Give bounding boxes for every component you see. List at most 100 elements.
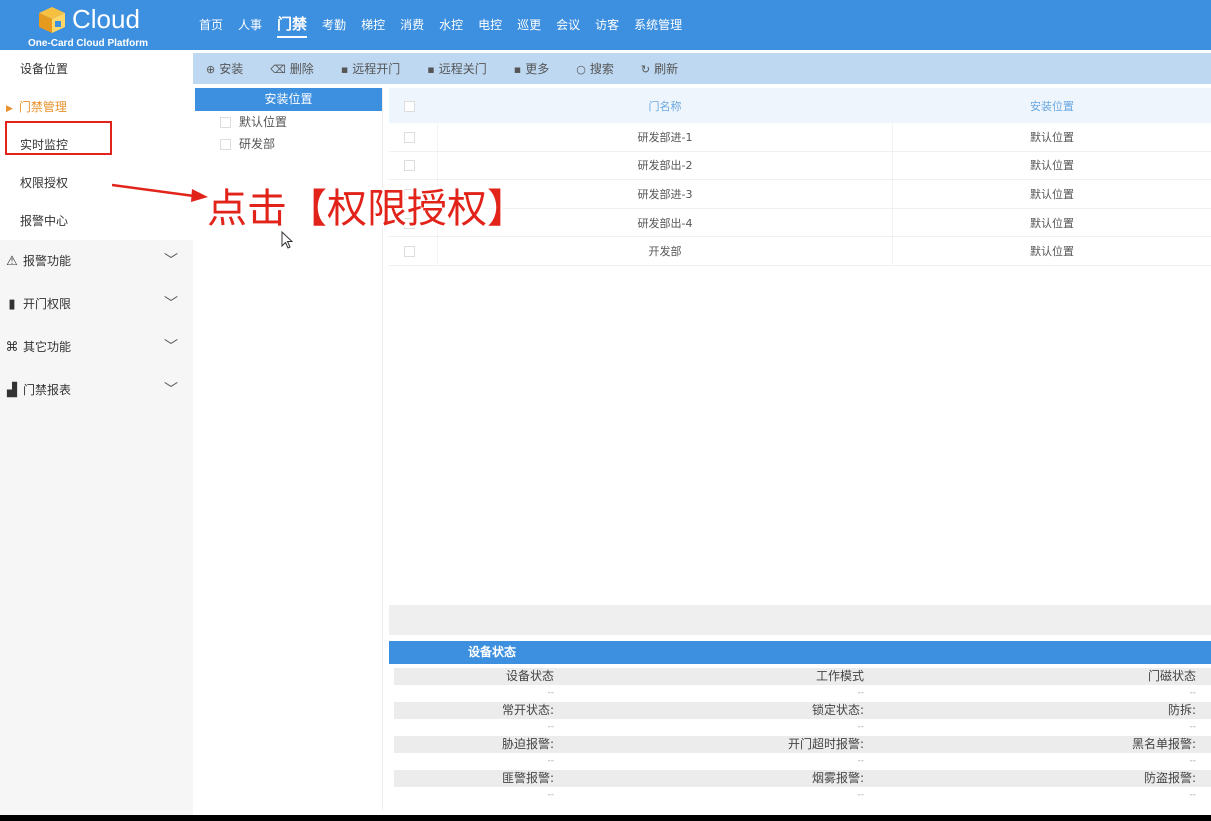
nav-item[interactable]: 系统管理 bbox=[634, 16, 682, 35]
status-label: 开门超时报警: bbox=[787, 737, 864, 751]
row-checkbox[interactable] bbox=[403, 131, 415, 143]
status-value: -- bbox=[1189, 688, 1197, 698]
sidebar-group-label: 开门权限 bbox=[23, 297, 72, 311]
toolbar-button[interactable]: ○ 搜索 bbox=[576, 60, 614, 77]
sidebar-item-label: 门禁管理 bbox=[18, 100, 67, 114]
toolbar-button[interactable]: ⊕ 安装 bbox=[206, 60, 243, 77]
status-value: -- bbox=[857, 790, 865, 800]
row-checkbox[interactable] bbox=[403, 246, 415, 258]
toolbar-button[interactable]: ▪ 远程开门 bbox=[341, 60, 400, 77]
top-bar: Cloud One-Card Cloud Platform 首页 人事 门禁 考勤 梯控… bbox=[0, 0, 1211, 50]
table-row[interactable]: 研发部进-1 默认位置 bbox=[389, 123, 1211, 152]
nav-item[interactable]: 水控 bbox=[439, 16, 463, 35]
nav-item[interactable]: 电控 bbox=[478, 16, 502, 35]
status-value: -- bbox=[547, 722, 555, 732]
toolbar-button-label: 安装 bbox=[219, 62, 244, 76]
pagination-bar bbox=[389, 605, 1211, 635]
door-location-cell: 默认位置 bbox=[1030, 130, 1074, 144]
table-header: 门名称 安装位置 bbox=[389, 88, 1211, 123]
device-status-grid: 设备状态 工作模式 门磁状态 -- -- -- 常开状态: 锁定状态: 防拆: -- -- -- 胁迫报… bbox=[394, 668, 1211, 804]
annotation-text: 点击【权限授权】 bbox=[207, 186, 527, 232]
annotation-arrow-icon bbox=[112, 183, 208, 202]
logo-subtitle: One-Card Cloud Platform bbox=[28, 38, 149, 49]
toolbar-button-label: 搜索 bbox=[589, 62, 614, 76]
trash-icon: ⌫ bbox=[270, 63, 286, 76]
status-value: -- bbox=[1189, 756, 1197, 766]
status-label: 黑名单报警: bbox=[1131, 737, 1196, 751]
location-list: 默认位置研发部 bbox=[195, 111, 382, 155]
top-nav: 首页 人事 门禁 考勤 梯控 消费 水控 电控 巡更 会议 访客 系统管理 bbox=[199, 0, 697, 50]
toolbar-button[interactable]: ↻ 刷新 bbox=[641, 60, 678, 77]
status-value-row: -- -- -- bbox=[394, 753, 1211, 770]
status-label: 设备状态 bbox=[505, 669, 554, 683]
search-icon: ○ bbox=[576, 63, 586, 76]
plus-circle-icon: ⊕ bbox=[206, 63, 216, 76]
location-checkbox[interactable] bbox=[220, 117, 231, 128]
chevron-down-icon: ﹀ bbox=[164, 296, 178, 312]
toolbar-button[interactable]: ▪ 更多 bbox=[514, 60, 549, 77]
door-location-cell: 默认位置 bbox=[1030, 187, 1074, 201]
chevron-down-icon: ﹀ bbox=[164, 339, 178, 355]
status-value-row: -- -- -- bbox=[394, 719, 1211, 736]
sidebar-group-report[interactable]: ▟ 门禁报表 ﹀ bbox=[0, 369, 193, 412]
status-value: -- bbox=[857, 722, 865, 732]
door-name-cell: 研发部进-1 bbox=[437, 123, 893, 151]
door-location-cell: 默认位置 bbox=[1030, 245, 1074, 259]
sidebar-item-label: 权限授权 bbox=[20, 176, 69, 190]
status-value: -- bbox=[857, 688, 865, 698]
toolbar: ⊕ 安装 ⌫ 删除 ▪ 远程开门 ▪ 远程关门 ▪ 更多 ○ 搜索 ↻ 刷新 bbox=[193, 53, 1211, 84]
mouse-cursor-icon bbox=[281, 231, 294, 249]
highlight-box bbox=[5, 121, 112, 155]
toolbar-button[interactable]: ⌫ 删除 bbox=[270, 60, 314, 77]
door-table: 门名称 安装位置 研发部进-1 默认位置 研发部出-2 默认位置 研发部进-3 默认位置研… bbox=[389, 88, 1211, 605]
sidebar-item-device-location[interactable]: 设备位置 bbox=[0, 50, 193, 88]
status-label: 防盗报警: bbox=[1143, 771, 1196, 785]
door-location-cell: 默认位置 bbox=[1030, 216, 1074, 230]
location-item[interactable]: 默认位置 bbox=[195, 111, 382, 133]
chevron-down-icon: ﹀ bbox=[164, 382, 178, 398]
status-label-row: 匪警报警: 烟雾报警: 防盗报警: bbox=[394, 770, 1211, 787]
status-label: 工作模式 bbox=[815, 669, 864, 683]
door-icon: ▮ bbox=[8, 297, 16, 312]
row-checkbox[interactable] bbox=[403, 160, 415, 172]
column-header-door-name[interactable]: 门名称 bbox=[437, 98, 893, 114]
sidebar-group-other[interactable]: ⌘ 其它功能 ﹀ bbox=[0, 326, 193, 369]
status-value: -- bbox=[1189, 790, 1197, 800]
nav-item[interactable]: 消费 bbox=[400, 16, 424, 35]
status-value-row: -- -- -- bbox=[394, 685, 1211, 702]
status-value: -- bbox=[857, 756, 865, 766]
row-checkbox-cell bbox=[389, 245, 437, 258]
select-all-checkbox[interactable] bbox=[403, 100, 415, 112]
location-checkbox[interactable] bbox=[220, 139, 231, 150]
nav-item[interactable]: 梯控 bbox=[361, 16, 385, 35]
sidebar-item-label: 报警中心 bbox=[20, 214, 69, 228]
chart-icon: ▟ bbox=[7, 383, 17, 398]
nav-item[interactable]: 巡更 bbox=[517, 16, 541, 35]
command-icon: ⌘ bbox=[5, 340, 19, 355]
nav-item[interactable]: 首页 bbox=[199, 16, 223, 35]
status-value-row: -- -- -- bbox=[394, 787, 1211, 804]
location-label: 默认位置 bbox=[239, 115, 288, 129]
nav-item[interactable]: 门禁 bbox=[277, 13, 308, 38]
sidebar-group-alarm[interactable]: ⚠ 报警功能 ﹀ bbox=[0, 240, 193, 283]
status-label-row: 常开状态: 锁定状态: 防拆: bbox=[394, 702, 1211, 719]
door-name-cell: 开发部 bbox=[437, 237, 893, 265]
logo-brand: Cloud bbox=[72, 4, 140, 34]
nav-item[interactable]: 考勤 bbox=[322, 16, 346, 35]
status-value: -- bbox=[547, 688, 555, 698]
logo: Cloud One-Card Cloud Platform bbox=[28, 2, 158, 49]
toolbar-button[interactable]: ▪ 远程关门 bbox=[427, 60, 486, 77]
row-checkbox-cell bbox=[389, 159, 437, 172]
table-row[interactable]: 开发部 默认位置 bbox=[389, 237, 1211, 266]
nav-item[interactable]: 会议 bbox=[556, 16, 580, 35]
door-location-cell: 默认位置 bbox=[1030, 159, 1074, 173]
status-value: -- bbox=[547, 790, 555, 800]
nav-item[interactable]: 人事 bbox=[238, 16, 262, 35]
sidebar-group-label: 报警功能 bbox=[23, 254, 72, 268]
toolbar-button-label: 删除 bbox=[289, 62, 314, 76]
column-header-location[interactable]: 安装位置 bbox=[893, 98, 1211, 114]
status-label: 胁迫报警: bbox=[501, 737, 554, 751]
nav-item[interactable]: 访客 bbox=[595, 16, 619, 35]
location-item[interactable]: 研发部 bbox=[195, 133, 382, 155]
sidebar-group-door-permission[interactable]: ▮ 开门权限 ﹀ bbox=[0, 283, 193, 326]
